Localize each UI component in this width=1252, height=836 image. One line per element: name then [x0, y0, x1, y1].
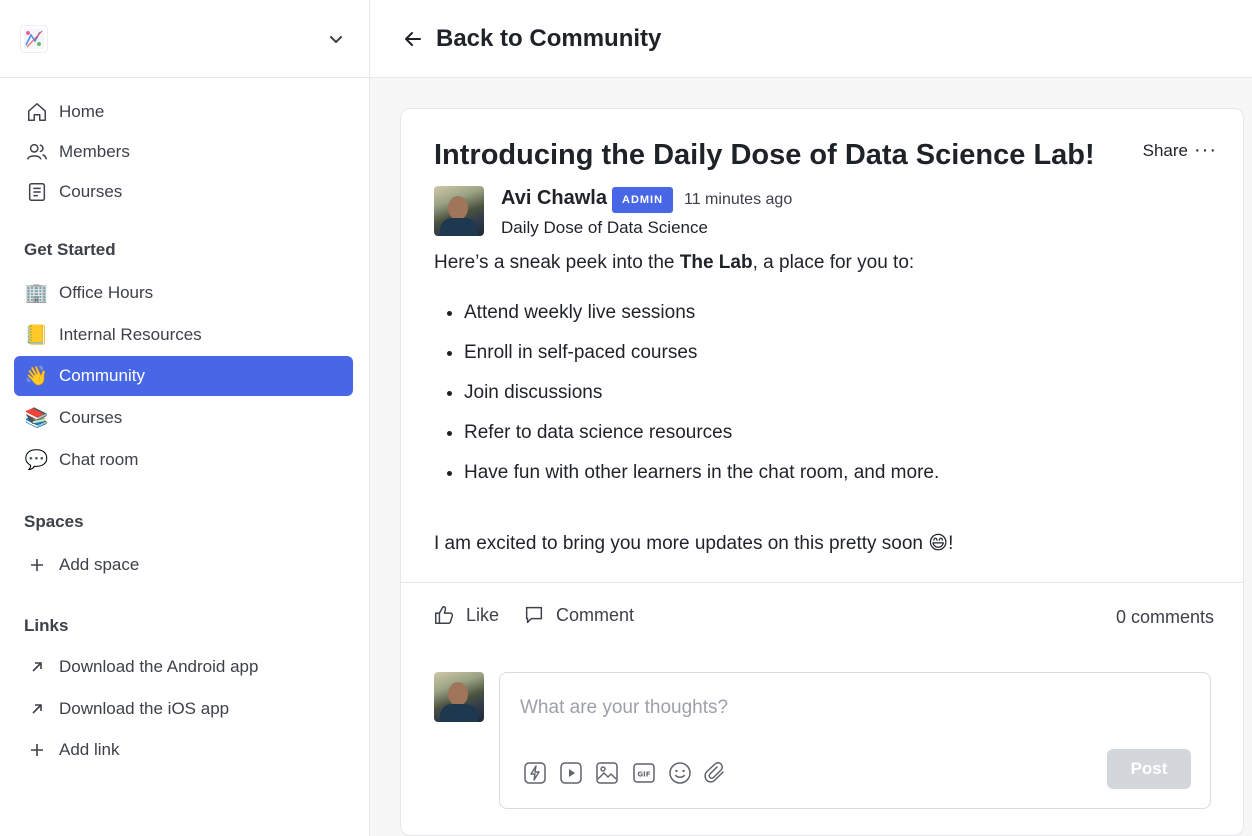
spaces-heading: Spaces: [24, 512, 84, 531]
comment-label: Comment: [556, 604, 635, 625]
list-item: Attend weekly live sessions: [464, 298, 939, 338]
list-item: Join discussions: [464, 378, 939, 418]
post-closing: I am excited to bring you more updates o…: [434, 533, 954, 554]
nav-item-home[interactable]: Home: [14, 92, 353, 132]
books-icon: 📚: [24, 408, 49, 429]
video-icon[interactable]: [558, 760, 584, 786]
post-comment-button[interactable]: Post: [1107, 749, 1191, 789]
author-name[interactable]: Avi Chawla: [501, 187, 607, 210]
sidebar: Home Members Courses Get Started 🏢 Offic…: [0, 0, 370, 836]
sidebar-item-label: Community: [59, 366, 145, 385]
sidebar-item-label: Internal Resources: [59, 325, 202, 344]
sidebar-item-chat-room[interactable]: 💬 Chat room: [14, 440, 353, 480]
share-button[interactable]: Share: [1143, 141, 1188, 161]
comment-input[interactable]: [520, 697, 1080, 719]
comments-count[interactable]: 0 comments: [1116, 607, 1214, 628]
link-android-app[interactable]: Download the Android app: [14, 646, 353, 688]
list-item: Refer to data science resources: [464, 418, 939, 458]
links-heading: Links: [24, 616, 69, 635]
external-link-arrow-icon: [24, 697, 49, 722]
post-intro: Here’s a sneak peek into the The Lab, a …: [434, 252, 915, 273]
waving-hand-icon: 👋: [24, 366, 49, 387]
main-nav: Home Members Courses Get Started 🏢 Offic…: [0, 78, 369, 770]
add-link-label: Add link: [59, 740, 120, 759]
post-timestamp[interactable]: 11 minutes ago: [684, 191, 792, 209]
current-user-avatar: [434, 672, 484, 722]
image-icon[interactable]: [594, 760, 620, 786]
list-item: Enroll in self-paced courses: [464, 338, 939, 378]
add-space-label: Add space: [59, 555, 140, 574]
link-label: Download the Android app: [59, 657, 259, 676]
arrow-left-icon[interactable]: [402, 28, 424, 50]
home-icon: [24, 100, 49, 125]
svg-text:GIF: GIF: [637, 771, 650, 779]
gif-icon[interactable]: GIF: [631, 760, 657, 786]
divider: [401, 582, 1243, 583]
lightning-icon[interactable]: [522, 760, 548, 786]
sidebar-item-community[interactable]: 👋 Community: [14, 356, 353, 396]
notebook-icon: 📒: [24, 325, 49, 346]
speech-bubble-icon: 💬: [24, 450, 49, 471]
chevron-down-icon[interactable]: [327, 30, 345, 48]
back-to-community-link[interactable]: Back to Community: [436, 25, 661, 53]
link-label: Download the iOS app: [59, 699, 230, 718]
post-title: Introducing the Daily Dose of Data Scien…: [434, 139, 1095, 171]
plus-icon: [24, 553, 49, 578]
like-label: Like: [466, 604, 500, 625]
author-avatar[interactable]: [434, 186, 484, 236]
comment-button[interactable]: Comment: [522, 603, 634, 627]
community-logo-icon[interactable]: [20, 24, 48, 53]
external-link-arrow-icon: [24, 655, 49, 680]
comment-composer: GIF Post: [499, 672, 1211, 809]
admin-badge: ADMIN: [612, 187, 674, 213]
nav-item-members[interactable]: Members: [14, 132, 353, 172]
plus-icon: [24, 738, 49, 763]
attachment-icon[interactable]: [702, 760, 728, 786]
thumbs-up-icon: [432, 603, 456, 627]
add-link-button[interactable]: Add link: [14, 730, 353, 770]
space-name[interactable]: Daily Dose of Data Science: [501, 218, 708, 238]
members-icon: [24, 140, 49, 165]
nav-item-label: Courses: [59, 182, 123, 201]
office-building-icon: 🏢: [24, 283, 49, 304]
emoji-icon[interactable]: [667, 760, 693, 786]
post-card: Introducing the Daily Dose of Data Scien…: [400, 108, 1244, 836]
more-options-icon[interactable]: ···: [1194, 139, 1217, 162]
get-started-heading: Get Started: [24, 240, 116, 259]
sidebar-header: [0, 0, 369, 78]
sidebar-item-label: Courses: [59, 408, 123, 427]
sidebar-item-label: Chat room: [59, 450, 139, 469]
courses-icon: [24, 180, 49, 205]
sidebar-item-courses[interactable]: 📚 Courses: [14, 396, 353, 440]
sidebar-item-office-hours[interactable]: 🏢 Office Hours: [14, 272, 353, 314]
sidebar-item-internal-resources[interactable]: 📒 Internal Resources: [14, 314, 353, 356]
list-item: Have fun with other learners in the chat…: [464, 458, 939, 498]
nav-item-label: Home: [59, 102, 105, 121]
add-space-button[interactable]: Add space: [14, 545, 353, 585]
sidebar-item-label: Office Hours: [59, 283, 154, 302]
post-bullet-list: Attend weekly live sessions Enroll in se…: [464, 298, 939, 498]
nav-item-courses[interactable]: Courses: [14, 172, 353, 212]
back-header: Back to Community: [370, 0, 1252, 78]
nav-item-label: Members: [59, 142, 130, 161]
comment-icon: [522, 603, 546, 627]
bold-text: The Lab: [679, 252, 753, 273]
link-ios-app[interactable]: Download the iOS app: [14, 688, 353, 730]
like-button[interactable]: Like: [432, 603, 499, 627]
